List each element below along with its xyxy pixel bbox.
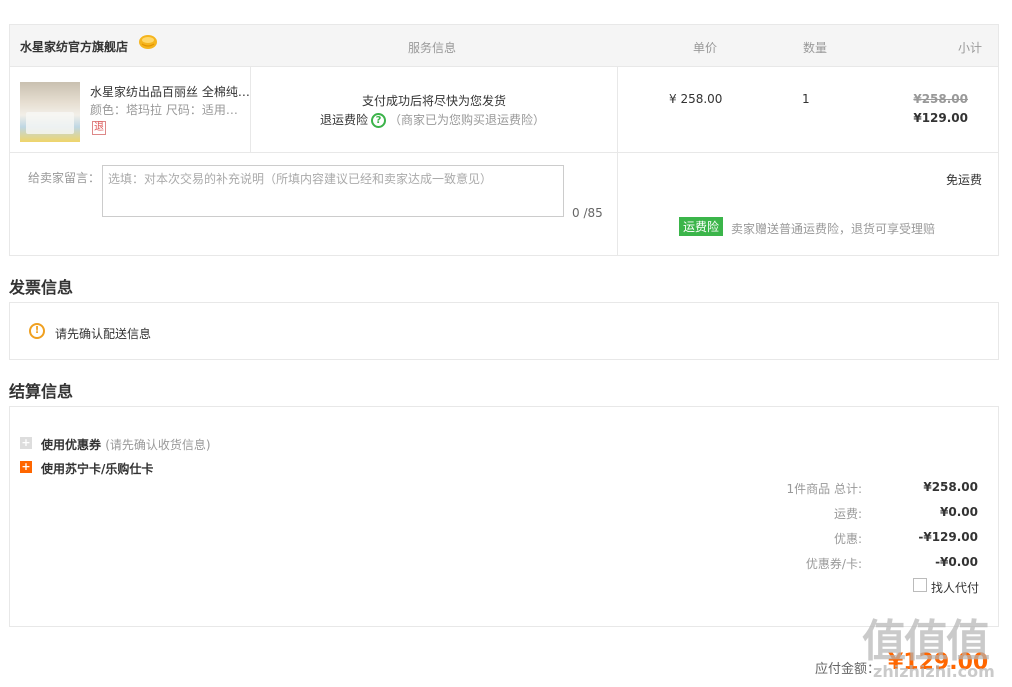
product-row: 水星家纺出品百丽丝 全棉纯… 颜色：塔玛拉 尺码：适用… 退 支付成功后将尽快为… <box>10 67 998 153</box>
watermark: 值值值 <box>862 616 990 667</box>
insurance-note: （商家已为您购买退运费险） <box>389 113 546 127</box>
invoice-panel: ! 请先确认配送信息 <box>9 302 999 360</box>
order-header: 水星家纺官方旗舰店 服务信息 单价 数量 小计 <box>10 25 998 67</box>
card-expand-icon[interactable]: + <box>20 461 32 473</box>
store-name[interactable]: 水星家纺官方旗舰店 <box>20 38 128 55</box>
pay-helper-label[interactable]: 找人代付 <box>931 579 979 596</box>
original-price: ¥258.00 <box>913 92 968 106</box>
column-unit-price: 单价 <box>693 41 718 55</box>
watermark-url: zhizhizhi.com <box>873 662 995 681</box>
column-subtotal: 小计 <box>957 41 982 55</box>
shipping-label: 运费: <box>833 507 862 521</box>
settlement-title: 结算信息 <box>9 382 74 401</box>
pay-helper-checkbox[interactable] <box>913 578 927 592</box>
product-attributes: 颜色：塔玛拉 尺码：适用… <box>90 103 238 117</box>
card-option[interactable]: 使用苏宁卡/乐购仕卡 <box>41 460 153 477</box>
help-icon[interactable]: ? <box>371 113 387 128</box>
divider <box>617 153 618 255</box>
invoice-warning: 请先确认配送信息 <box>55 327 152 341</box>
product-thumbnail[interactable] <box>20 82 80 142</box>
store-badge-icon <box>139 35 157 49</box>
discount-label: 优惠: <box>833 532 862 546</box>
items-total-label: 1件商品 总计: <box>786 482 863 496</box>
column-quantity: 数量 <box>803 41 828 55</box>
warning-icon: ! <box>29 323 45 339</box>
message-counter: 0 /85 <box>572 206 603 220</box>
subtotal-price: ¥129.00 <box>913 111 968 125</box>
discount-value: -¥129.00 <box>918 530 978 544</box>
service-insurance: 退运费险? （商家已为您购买退运费险） <box>320 111 545 128</box>
coupon-card-label: 优惠券/卡: <box>805 557 862 571</box>
refund-tag: 退 <box>92 121 106 135</box>
shipping-insurance-text: 卖家赠送普通运费险，退货可享受理赔 <box>731 222 936 236</box>
items-total-value: ¥258.00 <box>923 480 978 494</box>
quantity: 1 <box>802 92 810 106</box>
coupon-note: (请先确认收货信息) <box>105 438 211 452</box>
unit-price: ¥ 258.00 <box>669 92 723 106</box>
coupon-option[interactable]: 使用优惠券 (请先确认收货信息) <box>41 436 211 453</box>
coupon-label: 使用优惠券 <box>41 438 102 452</box>
product-title[interactable]: 水星家纺出品百丽丝 全棉纯… <box>90 83 250 100</box>
service-shipping-note: 支付成功后将尽快为您发货 <box>362 94 507 108</box>
insurance-label: 退运费险 <box>320 113 369 127</box>
settlement-panel: + 使用优惠券 (请先确认收货信息) + 使用苏宁卡/乐购仕卡 1件商品 总计:… <box>9 406 999 627</box>
coupon-card-value: -¥0.00 <box>935 555 978 569</box>
shipping-value: ¥0.00 <box>940 505 978 519</box>
shipping-insurance-badge: 运费险 <box>679 217 724 236</box>
coupon-expand-icon[interactable]: + <box>20 437 32 449</box>
divider <box>250 67 251 153</box>
invoice-title: 发票信息 <box>9 278 74 297</box>
shipping-fee: 免运费 <box>945 173 982 187</box>
message-label: 给卖家留言： <box>28 171 101 185</box>
order-box: 水星家纺官方旗舰店 服务信息 单价 数量 小计 水星家纺出品百丽丝 全棉纯… 颜… <box>9 24 999 256</box>
column-service: 服务信息 <box>408 41 457 55</box>
seller-message-input[interactable] <box>102 165 564 217</box>
divider <box>617 67 618 153</box>
